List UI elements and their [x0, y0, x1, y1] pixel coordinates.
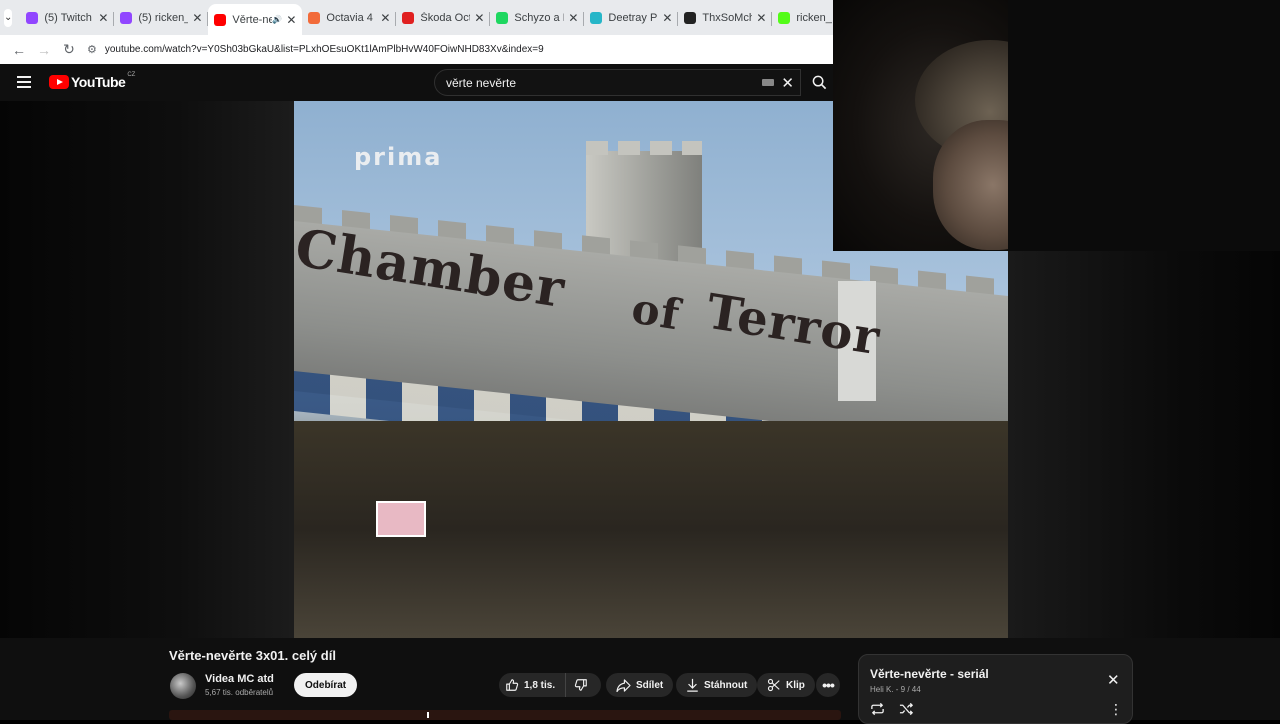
browser-tab[interactable]: (5) Twitch ✕: [20, 4, 115, 32]
video-title: Věrte-nevěrte 3x01. celý díl: [169, 648, 336, 663]
shuffle-icon[interactable]: [899, 702, 914, 716]
like-count: 1,8 tis.: [524, 679, 556, 691]
tab-title: Schyzo a De: [514, 11, 564, 24]
close-tab-icon[interactable]: ✕: [474, 11, 484, 25]
tab-favicon-icon: [402, 11, 415, 24]
ambient-right: [1008, 251, 1280, 638]
tab-favicon-icon: [214, 13, 227, 26]
back-arrow-icon[interactable]: ←: [8, 39, 30, 61]
close-tab-icon[interactable]: ✕: [380, 11, 390, 25]
more-horizontal-icon: •••: [822, 677, 835, 693]
like-dislike-group: 1,8 tis.: [499, 673, 601, 697]
keyboard-icon[interactable]: [762, 79, 775, 86]
search-input[interactable]: věrte nevěrte ✕: [434, 69, 801, 96]
playlist-subtitle: Heli K. - 9 / 44: [870, 685, 921, 694]
browser-tabstrip: ⌄ (5) Twitch✕(5) ricken_pc✕Věrte-nevěrte…: [0, 0, 833, 35]
browser-tab[interactable]: Věrte-nevěrte🔊 ✕: [208, 4, 303, 35]
more-actions-button[interactable]: •••: [816, 673, 840, 697]
channel-avatar[interactable]: [170, 673, 196, 699]
playlist-controls: [870, 702, 914, 716]
like-button[interactable]: 1,8 tis.: [499, 673, 567, 697]
search-value[interactable]: věrte nevěrte: [446, 76, 762, 90]
tab-favicon-icon: [308, 11, 321, 24]
close-tab-icon[interactable]: ✕: [98, 11, 108, 25]
playlist-more-icon[interactable]: ⋮: [1109, 701, 1123, 718]
reload-icon[interactable]: ↻: [58, 39, 80, 61]
clip-button[interactable]: Klip: [757, 673, 815, 697]
youtube-logo[interactable]: YouTube CZ: [49, 72, 136, 90]
forward-arrow-icon[interactable]: →: [33, 39, 55, 61]
share-icon: [616, 678, 631, 692]
tab-favicon-icon: [496, 11, 509, 24]
url-field[interactable]: ⚙ youtube.com/watch?v=Y0Sh03bGkaU&list=P…: [87, 39, 833, 61]
tab-title: (5) Twitch: [44, 11, 92, 24]
pink-sign: [376, 501, 426, 537]
search-icon: [812, 75, 827, 90]
close-tab-icon[interactable]: ✕: [568, 11, 578, 25]
close-tab-icon[interactable]: ✕: [662, 11, 672, 25]
download-icon: [687, 678, 698, 692]
youtube-play-icon: [49, 75, 69, 89]
tab-favicon-icon: [120, 11, 133, 24]
clip-label: Klip: [786, 679, 805, 691]
tab-favicon-icon: [778, 11, 791, 24]
playlist-title[interactable]: Věrte-nevěrte - seriál: [870, 667, 989, 681]
browser-tab[interactable]: Deetray Prat ✕: [584, 4, 679, 32]
browser-tab[interactable]: ThxSoMch ✕: [678, 4, 773, 32]
playlist-panel: Věrte-nevěrte - seriál Heli K. - 9 / 44 …: [858, 654, 1133, 724]
tab-favicon-icon: [26, 11, 39, 24]
share-label: Sdílet: [636, 679, 664, 691]
subscribe-button[interactable]: Odebírat: [294, 673, 358, 697]
dislike-button[interactable]: [566, 673, 596, 697]
download-label: Stáhnout: [704, 679, 748, 691]
browser-tab[interactable]: (5) ricken_pc ✕: [114, 4, 209, 32]
tab-search-dropdown-icon[interactable]: ⌄: [4, 8, 13, 27]
search-button[interactable]: [806, 69, 833, 96]
comment-area-edge: [169, 710, 841, 720]
logo-country: CZ: [127, 72, 136, 78]
scissors-icon: [767, 678, 780, 692]
clear-search-icon[interactable]: ✕: [781, 74, 794, 92]
share-button[interactable]: Sdílet: [606, 673, 674, 697]
tab-title: Octavia 4 ba: [326, 11, 376, 24]
close-tab-icon[interactable]: ✕: [286, 13, 296, 27]
url-text[interactable]: youtube.com/watch?v=Y0Sh03bGkaU&list=PLx…: [105, 44, 544, 55]
address-bar: ← → ↻ ⚙ youtube.com/watch?v=Y0Sh03bGkaU&…: [0, 35, 833, 64]
close-tab-icon[interactable]: ✕: [192, 11, 202, 25]
tab-title: Deetray Prat: [608, 11, 658, 24]
channel-name[interactable]: Videa MC atd: [205, 673, 274, 685]
browser-tab[interactable]: Schyzo a De ✕: [490, 4, 585, 32]
close-tab-icon[interactable]: ✕: [756, 11, 766, 25]
download-button[interactable]: Stáhnout: [676, 673, 758, 697]
tab-title: ThxSoMch: [702, 11, 753, 24]
youtube-masthead: YouTube CZ věrte nevěrte ✕: [0, 64, 833, 101]
close-playlist-icon[interactable]: ✕: [1107, 671, 1120, 689]
site-info-icon[interactable]: ⚙: [87, 43, 97, 56]
ambient-left: [0, 101, 294, 638]
channel-watermark: prima: [354, 143, 443, 171]
webcam-overlay: [833, 0, 1008, 251]
logo-text: YouTube: [71, 74, 126, 90]
browser-tab[interactable]: Octavia 4 ba ✕: [302, 4, 397, 32]
loop-icon[interactable]: [870, 702, 885, 716]
thumbs-down-icon: [574, 679, 587, 691]
menu-icon[interactable]: [17, 76, 31, 88]
tab-favicon-icon: [590, 11, 603, 24]
tab-title: Věrte-nevěrte: [232, 13, 273, 26]
tab-list: (5) Twitch ✕ (5) ricken_pc ✕ Věrte-nevěrte🔊 ✕…: [20, 0, 866, 35]
thumbs-up-icon: [506, 679, 519, 691]
tab-title: (5) ricken_pc: [138, 11, 188, 24]
castle-tower-top: [586, 141, 702, 155]
browser-tab[interactable]: Škoda Octavi✕: [396, 4, 491, 32]
tab-title: Škoda Octavi: [420, 11, 471, 24]
subscriber-count: 5,67 tis. odběratelů: [205, 688, 274, 697]
audio-playing-icon[interactable]: 🔊: [272, 15, 282, 24]
tab-favicon-icon: [684, 11, 697, 24]
cursor-marker: [427, 712, 429, 718]
sign-word-2: of: [628, 283, 684, 340]
